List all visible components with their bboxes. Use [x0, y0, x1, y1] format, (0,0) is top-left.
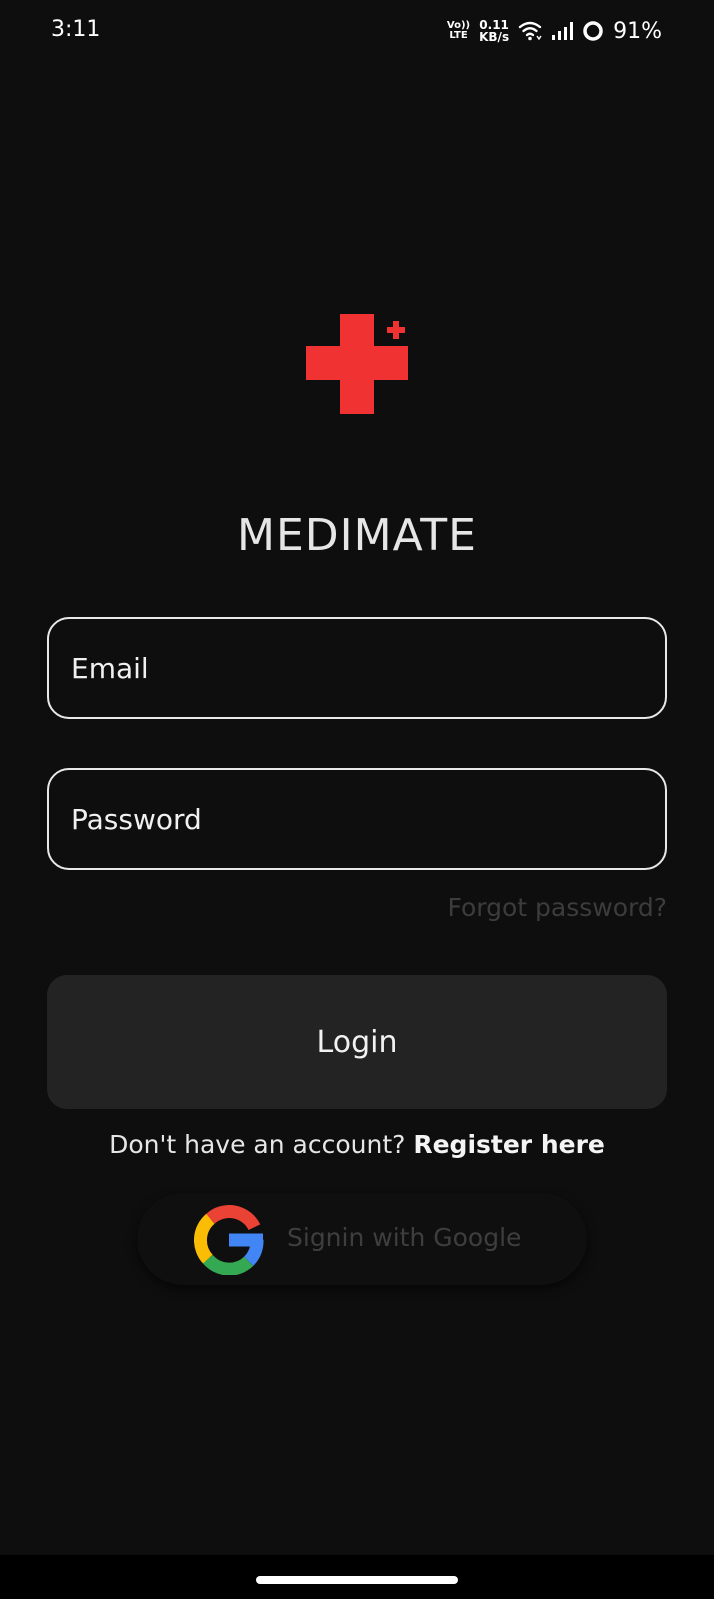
login-button[interactable]: Login	[47, 975, 667, 1109]
network-speed-unit: KB/s	[479, 30, 510, 44]
status-icons: Vo)) LTE 0.11 KB/s 91%	[447, 14, 662, 48]
password-input[interactable]	[49, 770, 665, 868]
google-signin-label: Signin with Google	[287, 1223, 522, 1252]
google-g-icon	[194, 1205, 264, 1275]
battery-ring-icon	[582, 20, 604, 42]
status-time: 3:11	[51, 17, 101, 42]
google-signin-button[interactable]: Signin with Google	[137, 1193, 587, 1285]
volte-bottom-text: LTE	[449, 30, 468, 41]
network-speed: 0.11 KB/s	[479, 19, 509, 43]
email-field[interactable]	[47, 617, 667, 719]
battery-percentage: 91%	[613, 18, 662, 44]
email-input[interactable]	[49, 619, 665, 717]
volte-indicator: Vo)) LTE	[447, 21, 470, 41]
forgot-password-link[interactable]: Forgot password?	[448, 893, 668, 922]
password-field[interactable]	[47, 768, 667, 870]
status-bar: 3:11 Vo)) LTE 0.11 KB/s 91%	[0, 0, 714, 64]
home-indicator[interactable]	[256, 1576, 458, 1584]
signal-bars-icon	[551, 21, 574, 41]
register-prompt: Don't have an account?	[109, 1130, 414, 1159]
login-button-label: Login	[316, 1024, 398, 1060]
app-logo	[306, 312, 410, 416]
wifi-icon	[518, 21, 542, 41]
medical-cross-icon	[306, 314, 408, 414]
register-row: Don't have an account? Register here	[0, 1130, 714, 1159]
app-title: MEDIMATE	[237, 510, 477, 561]
register-link[interactable]: Register here	[413, 1130, 605, 1159]
